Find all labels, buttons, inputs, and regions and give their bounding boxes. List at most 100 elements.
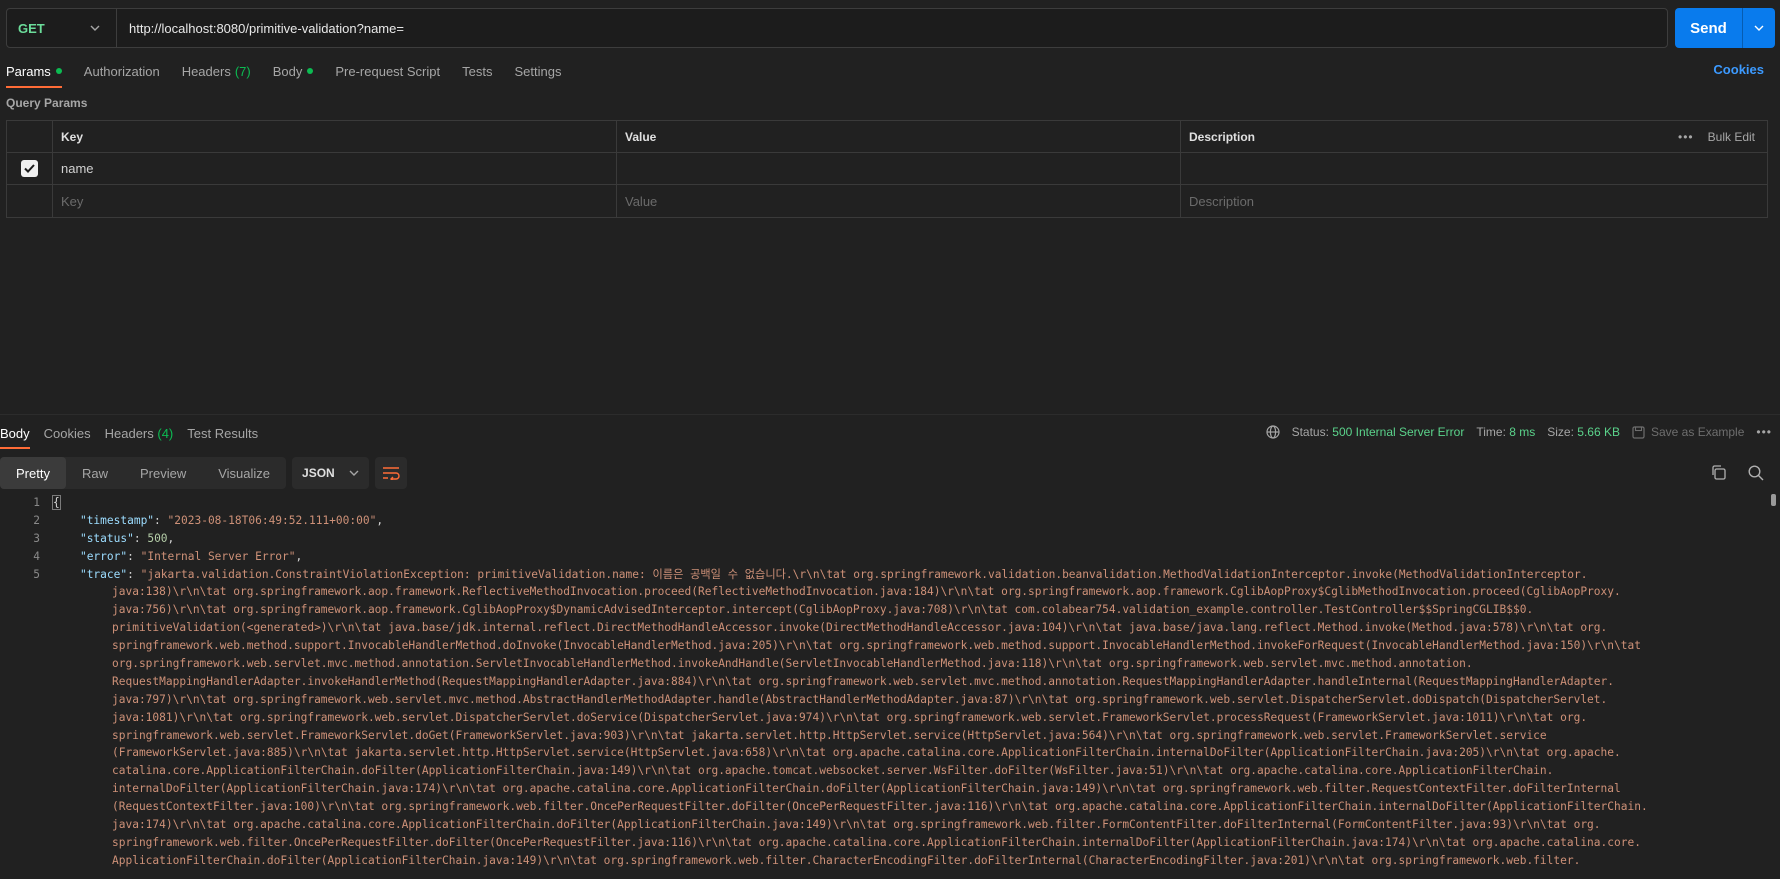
view-pretty[interactable]: Pretty [0, 457, 66, 489]
tab-settings[interactable]: Settings [514, 56, 561, 86]
time-group: Time: 8 ms [1476, 425, 1535, 439]
trace-line: (RequestContextFilter.java:100)\r\n\tat … [112, 800, 1648, 814]
body-active-dot [307, 68, 314, 74]
tab-tests[interactable]: Tests [462, 56, 492, 86]
row-checkbox-cell [7, 153, 53, 184]
line-number: 4 [33, 549, 40, 563]
json-string: "2023-08-18T06:49:52.111+00:00" [167, 513, 377, 527]
column-header-key: Key [53, 121, 617, 152]
copy-icon[interactable] [1711, 465, 1726, 480]
trace-line: org.springframework.web.servlet.mvc.meth… [112, 657, 1473, 671]
param-key: name [61, 161, 94, 176]
tab-response-headers-label: Headers [104, 426, 154, 441]
table-row-new: Key Value Description [7, 185, 1767, 217]
trace-line: (FrameworkServlet.java:885)\r\n\tat jaka… [112, 746, 1621, 760]
line-number: 3 [33, 531, 40, 545]
tab-authorization[interactable]: Authorization [84, 56, 160, 86]
trace-line: springframework.web.servlet.FrameworkSer… [112, 728, 1547, 742]
trace-line: java:1081)\r\n\tat org.springframework.w… [112, 710, 1588, 724]
response-status-bar: Status: 500 Internal Server Error Time: … [1265, 425, 1772, 439]
table-row: name [7, 153, 1767, 185]
new-row-check-cell [7, 185, 53, 217]
method-label: GET [18, 20, 45, 36]
param-key-cell[interactable]: name [53, 153, 617, 184]
request-url-bar: GET [6, 8, 1668, 48]
send-button[interactable]: Send [1675, 8, 1775, 48]
json-key: "timestamp" [79, 513, 155, 527]
json-key: "status" [79, 531, 134, 545]
save-as-example-button[interactable]: Save as Example [1632, 425, 1744, 439]
trace-line: primitiveValidation(<generated>)\r\n\tat… [112, 621, 1608, 635]
line-number-gutter: 1 2 3 4 5 [0, 494, 40, 583]
json-number: 500 [147, 531, 168, 545]
json-open-brace: { [52, 495, 61, 510]
tab-test-results[interactable]: Test Results [187, 424, 258, 443]
trace-line: RequestMappingHandlerAdapter.invokeHandl… [112, 674, 1615, 688]
response-body-viewer[interactable]: 1 2 3 4 5 { "timestamp": "2023-08-18T06:… [0, 494, 1770, 879]
trace-line: springframework.web.method.support.Invoc… [112, 639, 1641, 653]
tab-headers-label: Headers [181, 63, 231, 79]
status-group: Status: 500 Internal Server Error [1292, 425, 1465, 439]
time-label: Time: [1476, 425, 1506, 439]
url-input[interactable] [117, 9, 1667, 47]
column-header-value: Value [617, 121, 1181, 152]
view-visualize[interactable]: Visualize [202, 457, 286, 489]
trace-line: java:797)\r\n\tat org.springframework.we… [112, 692, 1608, 706]
tab-response-cookies[interactable]: Cookies [44, 424, 91, 443]
new-key-input[interactable]: Key [53, 185, 617, 217]
more-icon[interactable]: ••• [1756, 425, 1772, 439]
table-header-row: Key Value Description ••• Bulk Edit [7, 121, 1767, 153]
format-label: JSON [302, 466, 335, 480]
tab-settings-label: Settings [514, 63, 562, 79]
headers-count: (7) [234, 63, 251, 79]
tab-pre-request-script[interactable]: Pre-request Script [335, 56, 440, 86]
line-number: 1 [33, 496, 40, 509]
json-string: "Internal Server Error" [140, 549, 296, 563]
tab-response-headers[interactable]: Headers (4) [105, 424, 174, 443]
vertical-scrollbar[interactable] [1771, 494, 1776, 506]
param-description-cell[interactable] [1181, 153, 1767, 184]
send-options-button[interactable] [1743, 25, 1775, 31]
size-value: 5.66 KB [1577, 425, 1620, 439]
trace-line: catalina.core.ApplicationFilterChain.doF… [112, 764, 1554, 778]
wrap-lines-icon [382, 467, 400, 480]
response-headers-count: (4) [157, 426, 174, 441]
code-line: "error": "Internal Server Error", [79, 549, 303, 563]
search-icon[interactable] [1748, 465, 1764, 481]
param-value-cell[interactable] [617, 153, 1181, 184]
tab-response-body[interactable]: Body [0, 424, 30, 449]
view-preview[interactable]: Preview [124, 457, 202, 489]
wrap-lines-button[interactable] [374, 457, 407, 489]
tab-params[interactable]: Params [6, 56, 62, 88]
tab-tests-label: Tests [462, 63, 493, 79]
new-description-input[interactable]: Description [1181, 185, 1767, 217]
trace-line: springframework.web.filter.OncePerReques… [112, 835, 1641, 849]
status-value: 500 Internal Server Error [1332, 425, 1465, 439]
param-checkbox[interactable] [21, 160, 38, 177]
chevron-down-icon [349, 470, 359, 476]
request-tabs: Params Authorization Headers (7) Body Pre… [6, 56, 583, 88]
view-mode-group: Pretty Raw Preview Visualize [0, 457, 287, 489]
status-label: Status: [1291, 425, 1329, 439]
table-actions: ••• Bulk Edit [1678, 130, 1755, 144]
cookies-link[interactable]: Cookies [1713, 62, 1764, 77]
method-select[interactable]: GET [7, 9, 117, 47]
save-as-example-label: Save as Example [1651, 425, 1745, 439]
view-raw[interactable]: Raw [66, 457, 124, 489]
json-key: "trace" [79, 567, 128, 581]
tab-headers[interactable]: Headers (7) [182, 56, 251, 86]
code-line: "status": 500, [79, 531, 175, 545]
format-select[interactable]: JSON [292, 457, 369, 489]
more-icon[interactable]: ••• [1678, 130, 1694, 144]
trace-line: java:756)\r\n\tat org.springframework.ao… [112, 603, 1534, 617]
code-line: "timestamp": "2023-08-18T06:49:52.111+00… [79, 513, 384, 527]
send-label: Send [1690, 19, 1727, 37]
tab-pre-request-label: Pre-request Script [335, 63, 441, 79]
code-line: { [52, 494, 1770, 512]
new-value-input[interactable]: Value [617, 185, 1181, 217]
chevron-down-icon [1754, 25, 1764, 31]
tab-body[interactable]: Body [273, 56, 314, 86]
bulk-edit-button[interactable]: Bulk Edit [1708, 130, 1755, 144]
globe-icon[interactable] [1265, 425, 1280, 439]
trace-line: "jakarta.validation.ConstraintViolationE… [140, 567, 1588, 581]
